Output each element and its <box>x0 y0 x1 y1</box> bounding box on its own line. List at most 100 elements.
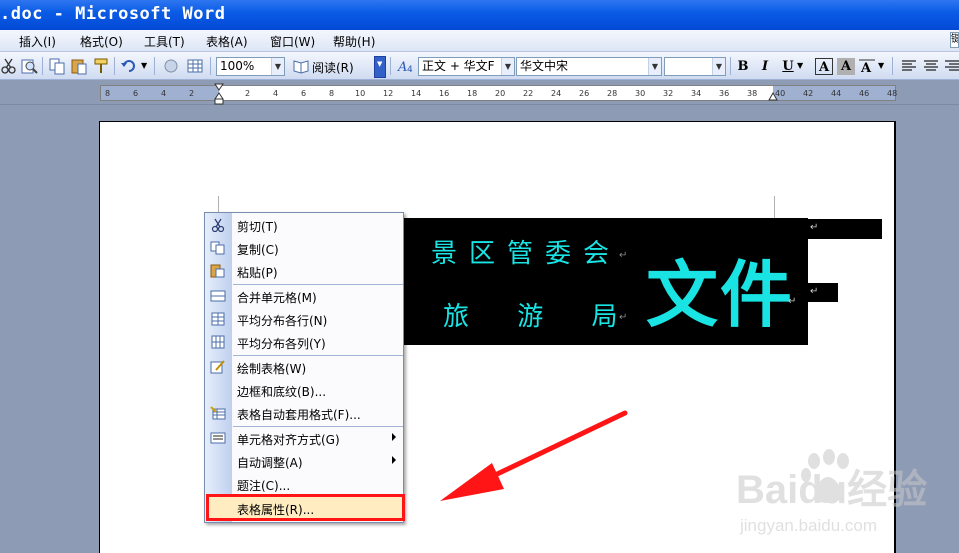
ctx-item-distribute-rows[interactable]: 平均分布各行(N) <box>205 308 403 330</box>
char-scale-dropdown-icon[interactable]: ▼ <box>878 61 884 70</box>
ctx-item-label: 单元格对齐方式(G) <box>237 433 340 447</box>
highlight-box <box>206 494 405 521</box>
print-preview-icon[interactable] <box>20 57 38 75</box>
ctx-item-label: 粘贴(P) <box>237 266 278 280</box>
bold-button[interactable]: B <box>734 58 752 75</box>
ctx-item-cell-alignment[interactable]: 单元格对齐方式(G) <box>205 427 403 449</box>
context-menu: 剪切(T) 复制(C) 粘贴(P) 合并单元格(M) 平均分布各行(N) 平均分… <box>204 212 404 523</box>
right-indent-marker-icon[interactable] <box>768 89 778 101</box>
paragraph-mark: ↵ <box>619 250 628 261</box>
menu-window[interactable]: 窗口(W) <box>270 33 315 50</box>
ruler-tick-label: 6 <box>133 89 139 98</box>
zoom-combo[interactable]: 100% ▼ <box>216 57 285 76</box>
ctx-item-caption[interactable]: 题注(C)... <box>205 473 403 495</box>
toolbar-separator <box>730 57 731 75</box>
align-right-icon[interactable] <box>943 57 959 75</box>
doc-big-title[interactable]: 文件 <box>646 236 794 341</box>
watermark-url: jingyan.baidu.com <box>739 516 877 535</box>
underline-dropdown-icon[interactable]: ▼ <box>797 61 803 70</box>
toolbar-overflow-button[interactable]: ▼ <box>374 56 386 78</box>
menu-table[interactable]: 表格(A) <box>206 33 248 50</box>
ruler-tick-label: 28 <box>607 89 618 98</box>
toolbar-separator <box>390 57 391 75</box>
center-icon[interactable] <box>922 57 940 75</box>
svg-text:A: A <box>860 61 872 75</box>
doc-line-1[interactable]: 景区管委会 <box>431 233 621 270</box>
distribute-rows-icon <box>211 312 225 326</box>
ruler-tick-label: 18 <box>467 89 478 98</box>
help-search-box[interactable]: 键 <box>950 32 959 48</box>
table-autoformat-icon <box>210 406 226 420</box>
menu-format[interactable]: 格式(O) <box>80 33 123 50</box>
cell-alignment-icon <box>210 432 226 444</box>
horizontal-ruler[interactable]: 8 6 4 2 2 4 6 8 10 12 14 16 18 20 22 24 26 28 30 32 34 36 38 40… <box>0 81 959 105</box>
ruler-tick-label: 14 <box>411 89 422 98</box>
ctx-item-draw-table[interactable]: 绘制表格(W) <box>205 356 403 378</box>
font-size-combo[interactable]: ▼ <box>664 57 726 76</box>
ctx-item-borders-shading[interactable]: 边框和底纹(B)... <box>205 379 403 401</box>
red-arrow-icon <box>440 410 628 501</box>
styles-icon[interactable]: A4 <box>397 57 415 75</box>
chevron-down-icon[interactable]: ▼ <box>271 58 284 75</box>
menu-tools[interactable]: 工具(T) <box>144 33 185 50</box>
format-painter-icon[interactable] <box>92 57 110 75</box>
ctx-item-merge-cells[interactable]: 合并单元格(M) <box>205 285 403 307</box>
menu-insert[interactable]: 插入(I) <box>19 33 56 50</box>
ctx-item-label: 绘制表格(W) <box>237 362 307 376</box>
cut-icon[interactable] <box>0 57 18 75</box>
chevron-down-icon[interactable]: ▼ <box>648 58 661 75</box>
ctx-item-label: 自动调整(A) <box>237 456 303 470</box>
ruler-tick-label: 4 <box>273 89 279 98</box>
ruler-tick-label: 32 <box>663 89 674 98</box>
ctx-item-distribute-columns[interactable]: 平均分布各列(Y) <box>205 331 403 353</box>
ctx-item-label: 边框和底纹(B)... <box>237 385 327 399</box>
ctx-item-copy[interactable]: 复制(C) <box>205 237 403 259</box>
ruler-tick-label: 10 <box>355 89 366 98</box>
doc-line-2[interactable]: 旅 游 局 <box>443 296 622 333</box>
underline-button[interactable]: U <box>779 58 797 75</box>
italic-button[interactable]: I <box>756 58 774 75</box>
font-combo[interactable]: 华文中宋 ▼ <box>516 57 662 76</box>
char-border-button[interactable]: A <box>815 58 833 75</box>
style-value: 正文 + 华文F <box>422 59 495 73</box>
window-title: .doc - Microsoft Word <box>0 4 226 24</box>
ctx-item-label: 平均分布各列(Y) <box>237 337 326 351</box>
char-scale-icon[interactable]: A <box>858 57 876 75</box>
header-table-row-end <box>808 219 882 239</box>
svg-text:A: A <box>397 60 407 75</box>
undo-icon[interactable] <box>120 57 138 75</box>
style-combo[interactable]: 正文 + 华文F ▼ <box>418 57 515 76</box>
ruler-tick-label: 20 <box>495 89 506 98</box>
svg-text:4: 4 <box>407 65 413 75</box>
ctx-item-cut[interactable]: 剪切(T) <box>205 214 403 236</box>
read-mode-button[interactable]: 阅读(R) <box>312 59 354 76</box>
ruler-tick-label: 8 <box>329 89 335 98</box>
char-shading-button[interactable]: A <box>837 58 855 75</box>
align-left-icon[interactable] <box>900 57 918 75</box>
ctx-item-autofit[interactable]: 自动调整(A) <box>205 450 403 472</box>
menu-bar: 插入(I) 格式(O) 工具(T) 表格(A) 窗口(W) 帮助(H) 键 <box>0 30 959 52</box>
margin-corner-mark <box>774 196 775 218</box>
menu-help[interactable]: 帮助(H) <box>333 33 375 50</box>
ctx-item-paste[interactable]: 粘贴(P) <box>205 260 403 282</box>
ruler-tick-label: 4 <box>161 89 167 98</box>
chevron-down-icon[interactable]: ▼ <box>501 58 514 75</box>
indent-marker-icon[interactable] <box>214 83 224 105</box>
ruler-tick-label: 22 <box>523 89 534 98</box>
paste-icon[interactable] <box>70 57 88 75</box>
ctx-item-label: 合并单元格(M) <box>237 291 317 305</box>
ruler-tick-label: 46 <box>859 89 870 98</box>
copy-icon[interactable] <box>48 57 66 75</box>
scissors-icon <box>211 218 225 232</box>
watermark-brand: Baidu经验 <box>736 468 927 512</box>
chevron-down-icon[interactable]: ▼ <box>712 58 725 75</box>
toolbar-separator <box>42 57 43 75</box>
hyperlink-icon[interactable] <box>162 57 180 75</box>
undo-dropdown-icon[interactable]: ▼ <box>141 61 147 70</box>
table-icon[interactable] <box>186 57 204 75</box>
ruler-tick-label: 12 <box>383 89 394 98</box>
ruler-tick-label: 6 <box>301 89 307 98</box>
ctx-item-table-autoformat[interactable]: 表格自动套用格式(F)... <box>205 402 403 424</box>
zoom-value: 100% <box>220 59 255 73</box>
read-mode-icon[interactable] <box>292 57 310 75</box>
